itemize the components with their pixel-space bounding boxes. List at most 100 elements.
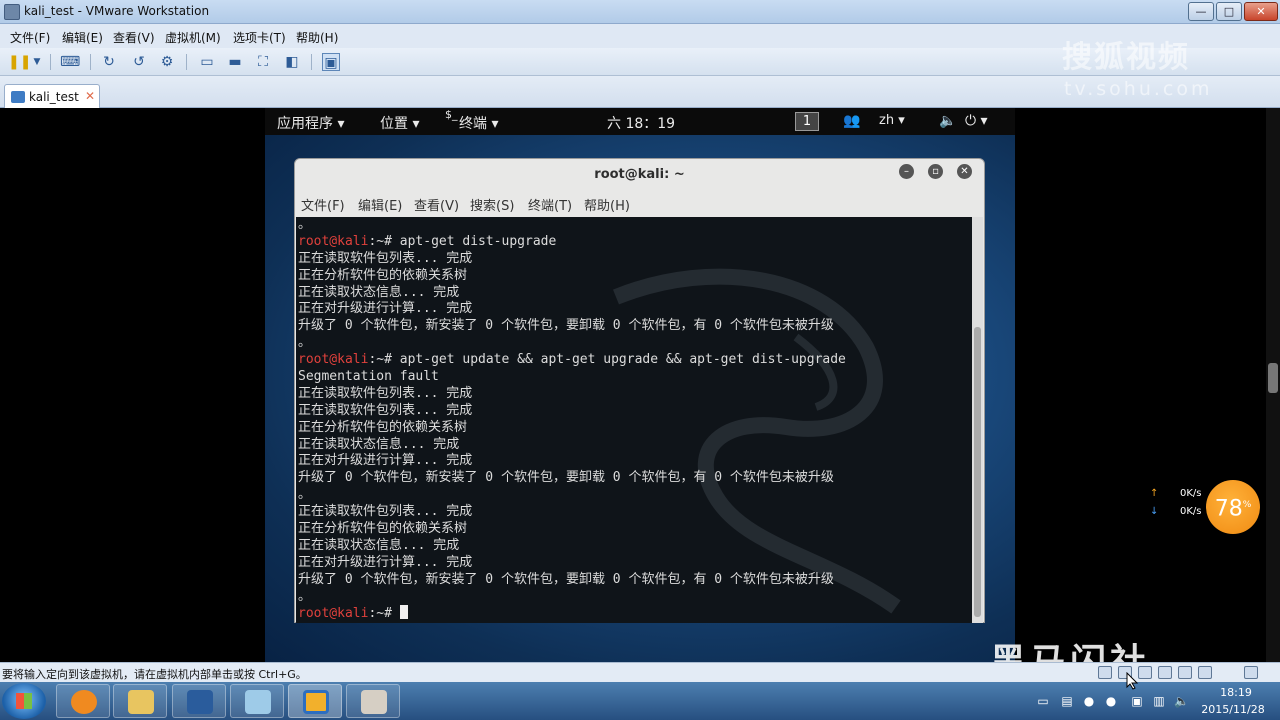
gnome-terminal-menu[interactable]: 终端 ▾ bbox=[459, 113, 498, 133]
normal-view-icon[interactable]: ▭ bbox=[198, 53, 216, 71]
terminal-line: 正在读取状态信息... 完成 bbox=[298, 537, 460, 553]
terminal-line: 正在读取状态信息... 完成 bbox=[298, 284, 460, 300]
image-viewer-icon bbox=[361, 690, 387, 714]
terminal-line: 正在分析软件包的依赖关系树 bbox=[298, 419, 468, 435]
send-keys-icon[interactable]: ⌨ bbox=[60, 53, 80, 71]
taskbar-clock-time[interactable]: 18:19 bbox=[1206, 686, 1266, 699]
close-button[interactable]: ✕ bbox=[1244, 2, 1278, 21]
terminal-menu-help[interactable]: 帮助(H) bbox=[584, 195, 630, 214]
hdd-status-icon[interactable] bbox=[1098, 666, 1112, 679]
usb-status-icon[interactable] bbox=[1158, 666, 1172, 679]
thumbnail-icon[interactable]: ▣ bbox=[322, 53, 340, 71]
upload-arrow-icon: ↑ bbox=[1150, 488, 1159, 499]
keyboard-icon[interactable]: ▭ bbox=[1036, 694, 1050, 708]
pause-icon[interactable]: ❚❚ bbox=[8, 53, 31, 71]
taskbar-browser[interactable] bbox=[56, 684, 110, 718]
fullscreen-icon[interactable]: ⛶ bbox=[254, 53, 272, 71]
terminal-line: 正在分析软件包的依赖关系树 bbox=[298, 521, 468, 537]
console-view-icon[interactable]: ▬ bbox=[226, 53, 244, 71]
memory-usage-badge[interactable]: 78% bbox=[1206, 480, 1260, 534]
terminal-line: root@kali:~# apt-get dist-upgrade bbox=[298, 234, 970, 251]
network-status-icon[interactable] bbox=[1138, 666, 1152, 679]
device-icon[interactable]: ▣ bbox=[1130, 694, 1144, 708]
terminal-window[interactable]: root@kali: ~ – ▫ ✕ 文件(F) 编辑(E) 查看(V) 搜索(… bbox=[294, 158, 985, 623]
scrollbar-thumb[interactable] bbox=[974, 327, 981, 617]
taskbar-vmware[interactable] bbox=[288, 684, 342, 718]
network-speed-tray-icon[interactable]: ▤ bbox=[1060, 694, 1074, 708]
maximize-button[interactable]: □ bbox=[1216, 2, 1242, 21]
menu-file[interactable]: 文件(F) bbox=[10, 29, 50, 46]
terminal-scrollbar[interactable] bbox=[972, 217, 983, 623]
terminal-screen[interactable]: 。 root@kali:~# apt-get dist-upgrade 正在读取软件… bbox=[296, 217, 972, 623]
message-log-icon[interactable] bbox=[1244, 666, 1258, 679]
sound-status-icon[interactable] bbox=[1178, 666, 1192, 679]
prompt-user: root@kali bbox=[298, 606, 369, 622]
qq-icon[interactable]: ● bbox=[1104, 694, 1118, 708]
gnome-clock[interactable]: 六 18：19 bbox=[607, 113, 675, 133]
scrollbar-thumb[interactable] bbox=[1268, 363, 1278, 393]
sohu-logo-en: tv.sohu.com bbox=[1064, 78, 1213, 100]
printer-status-icon[interactable] bbox=[1198, 666, 1212, 679]
vm-scrollbar[interactable] bbox=[1266, 108, 1280, 662]
taskbar-file-explorer[interactable] bbox=[113, 684, 167, 718]
workspace-indicator[interactable]: 1 bbox=[795, 112, 819, 131]
terminal-menu-file[interactable]: 文件(F) bbox=[301, 195, 345, 214]
windows-taskbar: ▭ ▤ ● ● ▣ ▥ 🔈 18:19 2015/11/28 bbox=[0, 682, 1280, 720]
vm-display[interactable]: 应用程序 ▾ 位置 ▾ $_ 终端 ▾ 六 18：19 1 👥 zh ▾ 🔈 ⏻… bbox=[0, 108, 1280, 662]
sohu-logo-cn: 搜狐视频 bbox=[1062, 40, 1190, 75]
snapshot-icon[interactable]: ↻ bbox=[100, 53, 118, 71]
input-method[interactable]: zh ▾ bbox=[879, 113, 905, 128]
terminal-menu-view[interactable]: 查看(V) bbox=[414, 195, 459, 214]
revert-snapshot-icon[interactable]: ↺ bbox=[130, 53, 148, 71]
dropdown-icon[interactable]: ▼ bbox=[28, 53, 46, 71]
terminal-close-button[interactable]: ✕ bbox=[957, 164, 972, 179]
terminal-line: 正在读取状态信息... 完成 bbox=[298, 436, 460, 452]
minimize-button[interactable]: — bbox=[1188, 2, 1214, 21]
terminal-line: 正在对升级进行计算... 完成 bbox=[298, 301, 473, 317]
terminal-menu-edit[interactable]: 编辑(E) bbox=[358, 195, 402, 214]
terminal-maximize-button[interactable]: ▫ bbox=[928, 164, 943, 179]
people-icon[interactable]: 👥 bbox=[843, 113, 860, 129]
volume-tray-icon[interactable]: 🔈 bbox=[1174, 694, 1189, 708]
taskbar-media-player[interactable] bbox=[172, 684, 226, 718]
menu-help[interactable]: 帮助(H) bbox=[296, 29, 338, 46]
menu-edit[interactable]: 编辑(E) bbox=[62, 29, 103, 46]
menu-vm[interactable]: 虚拟机(M) bbox=[165, 29, 221, 46]
gnome-applications-menu[interactable]: 应用程序 ▾ bbox=[277, 113, 344, 133]
gnome-top-bar: 应用程序 ▾ 位置 ▾ $_ 终端 ▾ 六 18：19 1 👥 zh ▾ 🔈 ⏻… bbox=[265, 108, 1015, 135]
text-cursor bbox=[399, 605, 408, 620]
upload-speed: 0K/s bbox=[1180, 488, 1202, 499]
toolbar-separator bbox=[50, 54, 51, 70]
taskbar-notepad[interactable] bbox=[230, 684, 284, 718]
taskbar-image-viewer[interactable] bbox=[346, 684, 400, 718]
command-text: apt-get dist-upgrade bbox=[391, 233, 557, 249]
unity-icon[interactable]: ◧ bbox=[283, 53, 301, 71]
terminal-line: 。 bbox=[298, 588, 312, 604]
snapshot-manager-icon[interactable]: ⚙ bbox=[158, 53, 176, 71]
prompt-path: :~# bbox=[368, 233, 392, 249]
volume-icon[interactable]: 🔈 bbox=[939, 113, 956, 129]
menu-view[interactable]: 查看(V) bbox=[113, 29, 155, 46]
qq-icon[interactable]: ● bbox=[1082, 694, 1096, 708]
tab-close-icon[interactable]: ✕ bbox=[85, 89, 95, 103]
terminal-titlebar[interactable]: root@kali: ~ – ▫ ✕ bbox=[295, 159, 984, 189]
terminal-output: 。 root@kali:~# apt-get dist-upgrade 正在读取软件… bbox=[298, 217, 970, 622]
memory-usage-unit: % bbox=[1242, 500, 1252, 510]
vm-icon bbox=[11, 91, 25, 103]
terminal-menu-search[interactable]: 搜索(S) bbox=[470, 195, 514, 214]
network-icon[interactable]: ▥ bbox=[1152, 694, 1166, 708]
download-arrow-icon: ↓ bbox=[1150, 506, 1159, 517]
network-speed-widget[interactable]: ↑ 0K/s ↓ 0K/s bbox=[1150, 482, 1210, 522]
tab-kali-test[interactable]: kali_test ✕ bbox=[4, 84, 100, 108]
menu-tabs[interactable]: 选项卡(T) bbox=[233, 29, 286, 46]
gnome-places-menu[interactable]: 位置 ▾ bbox=[380, 113, 419, 133]
taskbar-clock-date[interactable]: 2015/11/28 bbox=[1196, 703, 1270, 716]
power-menu[interactable]: ⏻ ▾ bbox=[965, 113, 988, 129]
terminal-title: root@kali: ~ bbox=[594, 167, 685, 182]
start-button[interactable] bbox=[2, 683, 46, 719]
terminal-minimize-button[interactable]: – bbox=[899, 164, 914, 179]
terminal-menu-terminal[interactable]: 终端(T) bbox=[528, 195, 572, 214]
window-titlebar[interactable]: kali_test - VMware Workstation — □ ✕ bbox=[0, 0, 1280, 24]
terminal-line: 正在读取软件包列表... 完成 bbox=[298, 385, 473, 401]
vmware-app-icon bbox=[4, 4, 20, 20]
